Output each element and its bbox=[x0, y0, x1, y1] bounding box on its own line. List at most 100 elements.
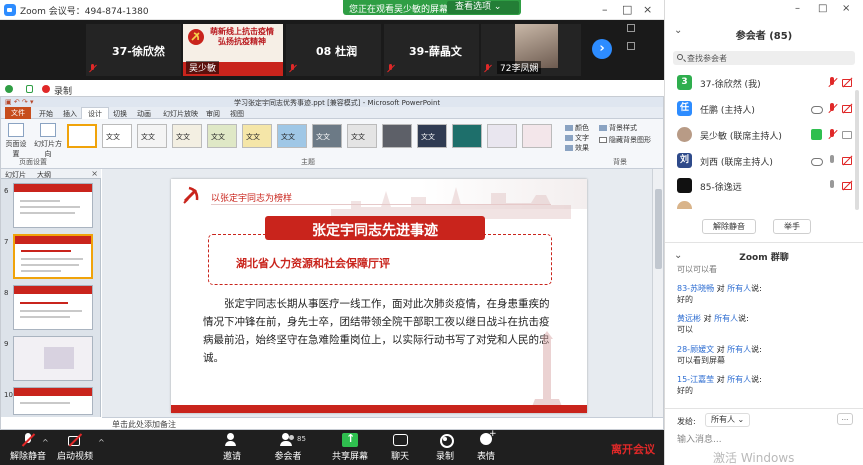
mic-muted-icon bbox=[289, 64, 296, 73]
participant-name: 任鹏 (主持人) bbox=[700, 106, 755, 116]
participant-row[interactable]: 刘 刘西 (联席主持人) bbox=[665, 151, 863, 173]
participant-row[interactable] bbox=[665, 199, 863, 209]
camera-off-icon bbox=[842, 180, 853, 191]
participant-row[interactable]: 任 任鹏 (主持人) bbox=[665, 99, 863, 121]
chat-sender[interactable]: 15-江嘉莹 bbox=[677, 375, 714, 384]
record-icon bbox=[437, 433, 454, 448]
window-title: Zoom 会议号：494-874-1380 bbox=[20, 7, 149, 17]
slide-thumbnail[interactable] bbox=[13, 387, 93, 415]
chat-said: 说: bbox=[738, 314, 749, 323]
theme-option[interactable]: 文文 bbox=[312, 124, 342, 148]
theme-option[interactable] bbox=[522, 124, 552, 148]
theme-option[interactable]: 文文 bbox=[102, 124, 132, 148]
hide-strip-icon[interactable] bbox=[627, 42, 635, 50]
gallery-view-icon[interactable] bbox=[627, 24, 635, 32]
theme-option[interactable] bbox=[382, 124, 412, 148]
close-icon[interactable]: × bbox=[643, 3, 652, 16]
thumb-pane-tabs: 幻灯片 大纲 × bbox=[1, 169, 101, 179]
slide-thumbnail[interactable] bbox=[13, 183, 93, 228]
next-page-button[interactable]: › bbox=[592, 39, 612, 59]
chat-sender[interactable]: 83-苏晓畅 bbox=[677, 284, 714, 293]
chat-sender[interactable]: 黄远彬 bbox=[677, 314, 701, 323]
section-divider bbox=[665, 408, 863, 409]
hide-bg-checkbox[interactable]: 隐藏背景图形 bbox=[599, 135, 651, 145]
participant-name: 72李凤娴 bbox=[497, 61, 542, 74]
theme-option[interactable] bbox=[452, 124, 482, 148]
participants-scrollbar[interactable] bbox=[855, 90, 859, 210]
video-tile[interactable]: 72李凤娴 bbox=[481, 24, 581, 76]
promo-text: 萌新线上抗击疫情 弘扬抗疫精神 bbox=[210, 27, 274, 46]
chat-recipient[interactable]: 所有人 bbox=[727, 375, 751, 384]
theme-option[interactable]: 文文 bbox=[417, 124, 447, 148]
reactions-button[interactable]: 表情 bbox=[458, 429, 514, 462]
record-label: 录制 bbox=[435, 452, 454, 462]
fonts-button[interactable]: 文字 bbox=[565, 133, 589, 143]
panel-maximize-icon[interactable]: □ bbox=[818, 3, 827, 14]
view-options-button[interactable]: 查看选项 ⌄ bbox=[447, 1, 519, 14]
scroll-thumb[interactable] bbox=[655, 189, 662, 269]
theme-option[interactable]: 文文 bbox=[207, 124, 237, 148]
participant-row[interactable]: 3 37-徐欣然 (我) bbox=[665, 73, 863, 95]
theme-option[interactable]: 文文 bbox=[137, 124, 167, 148]
leave-meeting-button[interactable]: 离开会议 bbox=[611, 441, 655, 457]
video-tile-shared-screen[interactable]: 萌新线上抗击疫情 弘扬抗疫精神 吴少敏 bbox=[183, 24, 283, 76]
ppt-ribbon-tabs: 文件 开始 插入 设计 切换 动画 幻灯片放映 审阅 视图 bbox=[1, 107, 663, 119]
more-options-button[interactable]: ... bbox=[837, 413, 853, 425]
chat-sender[interactable]: 28-顾嫒文 bbox=[677, 345, 714, 354]
unmute-all-button[interactable]: 解除静音 bbox=[702, 219, 756, 234]
invite-button[interactable]: 邀请 bbox=[204, 433, 260, 462]
start-video-button[interactable]: 启动视频 bbox=[47, 433, 103, 462]
page-setup-button[interactable]: 页面设置 bbox=[3, 123, 29, 159]
group-label: 主题 bbox=[301, 158, 315, 166]
start-video-label: 启动视频 bbox=[56, 452, 93, 462]
slide-thumbnail[interactable] bbox=[13, 336, 93, 381]
theme-option[interactable]: 文文 bbox=[172, 124, 202, 148]
camera-off-icon bbox=[67, 433, 83, 447]
tab-design[interactable]: 设计 bbox=[81, 107, 109, 119]
effects-button[interactable]: 效果 bbox=[565, 143, 589, 153]
zoom-logo-icon bbox=[4, 4, 16, 16]
participants-button[interactable]: 参会者 bbox=[260, 433, 316, 462]
colors-button[interactable]: 颜色 bbox=[565, 123, 589, 133]
theme-option[interactable]: 文文 bbox=[242, 124, 272, 148]
orientation-button[interactable]: 幻灯片方向 bbox=[33, 123, 63, 159]
theme-option[interactable]: 文文 bbox=[347, 124, 377, 148]
bg-styles-button[interactable]: 背景样式 bbox=[599, 123, 637, 133]
video-tile[interactable]: 37-徐欣然 bbox=[86, 24, 181, 76]
participant-row[interactable]: 吴少敏 (联席主持人) bbox=[665, 125, 863, 147]
notes-pane[interactable]: 单击此处添加备注 bbox=[102, 417, 663, 429]
participants-panel: – □ × ⌄ 参会者 (85) 查找参会者 3 37-徐欣然 (我) 任 任鹏… bbox=[665, 0, 863, 465]
avatar: 任 bbox=[677, 101, 692, 116]
vertical-scrollbar[interactable] bbox=[652, 169, 663, 417]
theme-option[interactable] bbox=[67, 124, 97, 148]
mic-off-icon bbox=[20, 433, 36, 447]
send-to-select[interactable]: 所有人 ⌄ bbox=[705, 413, 751, 427]
panel-close-icon[interactable]: × bbox=[842, 3, 850, 14]
minimize-icon[interactable]: – bbox=[602, 3, 608, 16]
video-tile[interactable]: 08 杜润 bbox=[286, 24, 381, 76]
chat-recipient[interactable]: 所有人 bbox=[727, 284, 751, 293]
participant-row[interactable]: 85-徐逸远 bbox=[665, 176, 863, 198]
theme-option[interactable]: 文文 bbox=[277, 124, 307, 148]
maximize-icon[interactable]: □ bbox=[622, 3, 632, 16]
video-tile[interactable]: 39-薛晶文 bbox=[384, 24, 479, 76]
slide-thumbnail[interactable] bbox=[13, 285, 93, 330]
chat-recipient[interactable]: 所有人 bbox=[727, 345, 751, 354]
mic-muted-icon bbox=[387, 64, 394, 73]
panel-minimize-icon[interactable]: – bbox=[795, 3, 800, 14]
video-options-caret[interactable]: ^ bbox=[98, 438, 105, 447]
fonts-label: 文字 bbox=[575, 134, 589, 142]
colors-label: 颜色 bbox=[575, 124, 589, 132]
slide-number: 8 bbox=[4, 289, 9, 297]
close-pane-icon[interactable]: × bbox=[91, 169, 98, 178]
chat-message-input[interactable]: 输入消息... bbox=[677, 432, 722, 445]
theme-option[interactable] bbox=[487, 124, 517, 148]
raise-hand-button[interactable]: 举手 bbox=[773, 219, 811, 234]
chat-recipient[interactable]: 所有人 bbox=[714, 314, 738, 323]
participant-search-input[interactable]: 查找参会者 bbox=[673, 51, 855, 65]
tab-file[interactable]: 文件 bbox=[5, 107, 31, 119]
share-screen-button[interactable]: 共享屏幕 bbox=[322, 432, 378, 462]
slide-thumbnail-active[interactable] bbox=[13, 234, 93, 279]
tab-outline[interactable]: 大纲 bbox=[37, 170, 51, 180]
tab-slides[interactable]: 幻灯片 bbox=[5, 170, 26, 180]
